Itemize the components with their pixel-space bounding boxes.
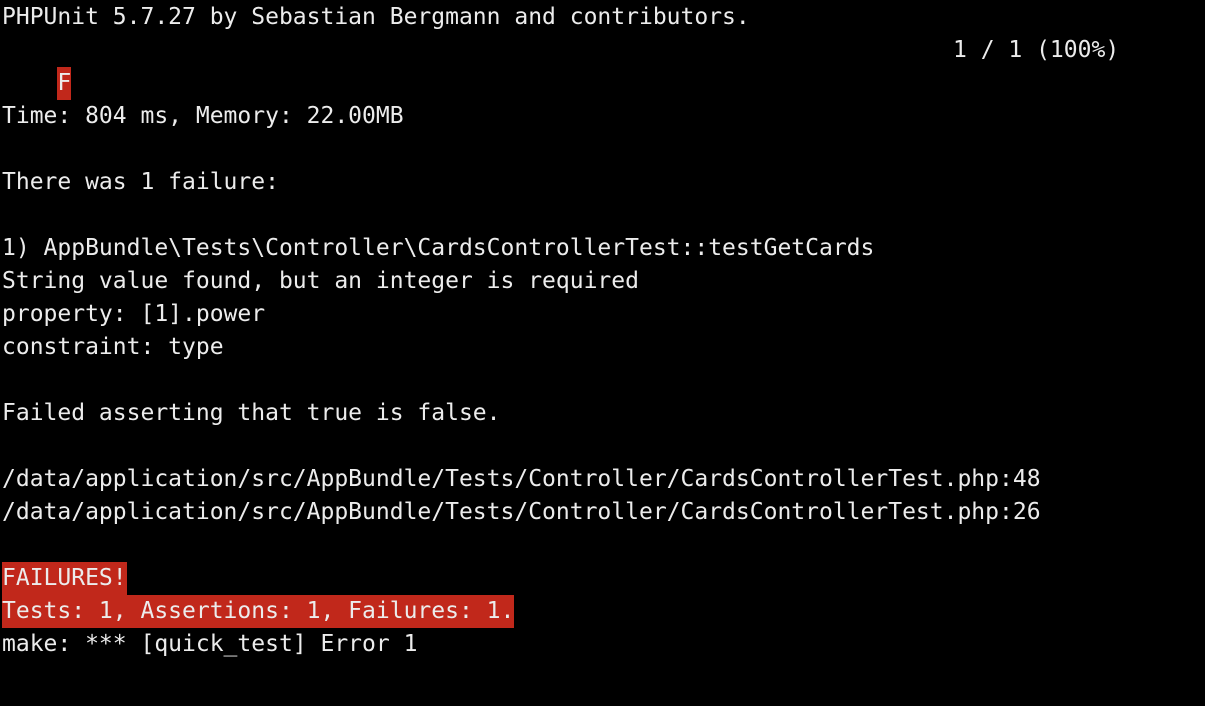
test-summary: Tests: 1, Assertions: 1, Failures: 1. (2, 595, 515, 628)
progress-counter: 1 / 1 (100%) (953, 37, 1120, 63)
progress-line: F 1 / 1 (100%) (0, 34, 1205, 100)
time-memory: Time: 804 ms, Memory: 22.00MB (2, 103, 404, 129)
failure-message: String value found, but an integer is re… (2, 268, 639, 294)
summary-line: Tests: 1, Assertions: 1, Failures: 1. (0, 595, 1205, 628)
failure-title: 1) AppBundle\Tests\Controller\CardsContr… (2, 235, 875, 261)
failure-count: There was 1 failure: (2, 169, 279, 195)
stack-trace-line: /data/application/src/AppBundle/Tests/Co… (2, 499, 1041, 525)
assertion-message: Failed asserting that true is false. (2, 400, 501, 426)
stack-trace-line: /data/application/src/AppBundle/Tests/Co… (2, 466, 1041, 492)
failures-banner: FAILURES! (2, 562, 127, 595)
phpunit-header: PHPUnit 5.7.27 by Sebastian Bergmann and… (2, 4, 750, 30)
terminal-window[interactable]: PHPUnit 5.7.27 by Sebastian Bergmann and… (0, 0, 1205, 706)
make-error: make: *** [quick_test] Error 1 (2, 631, 418, 657)
failures-banner-line: FAILURES! (0, 562, 1205, 595)
failure-property: property: [1].power (2, 301, 266, 327)
failure-constraint: constraint: type (2, 334, 224, 360)
